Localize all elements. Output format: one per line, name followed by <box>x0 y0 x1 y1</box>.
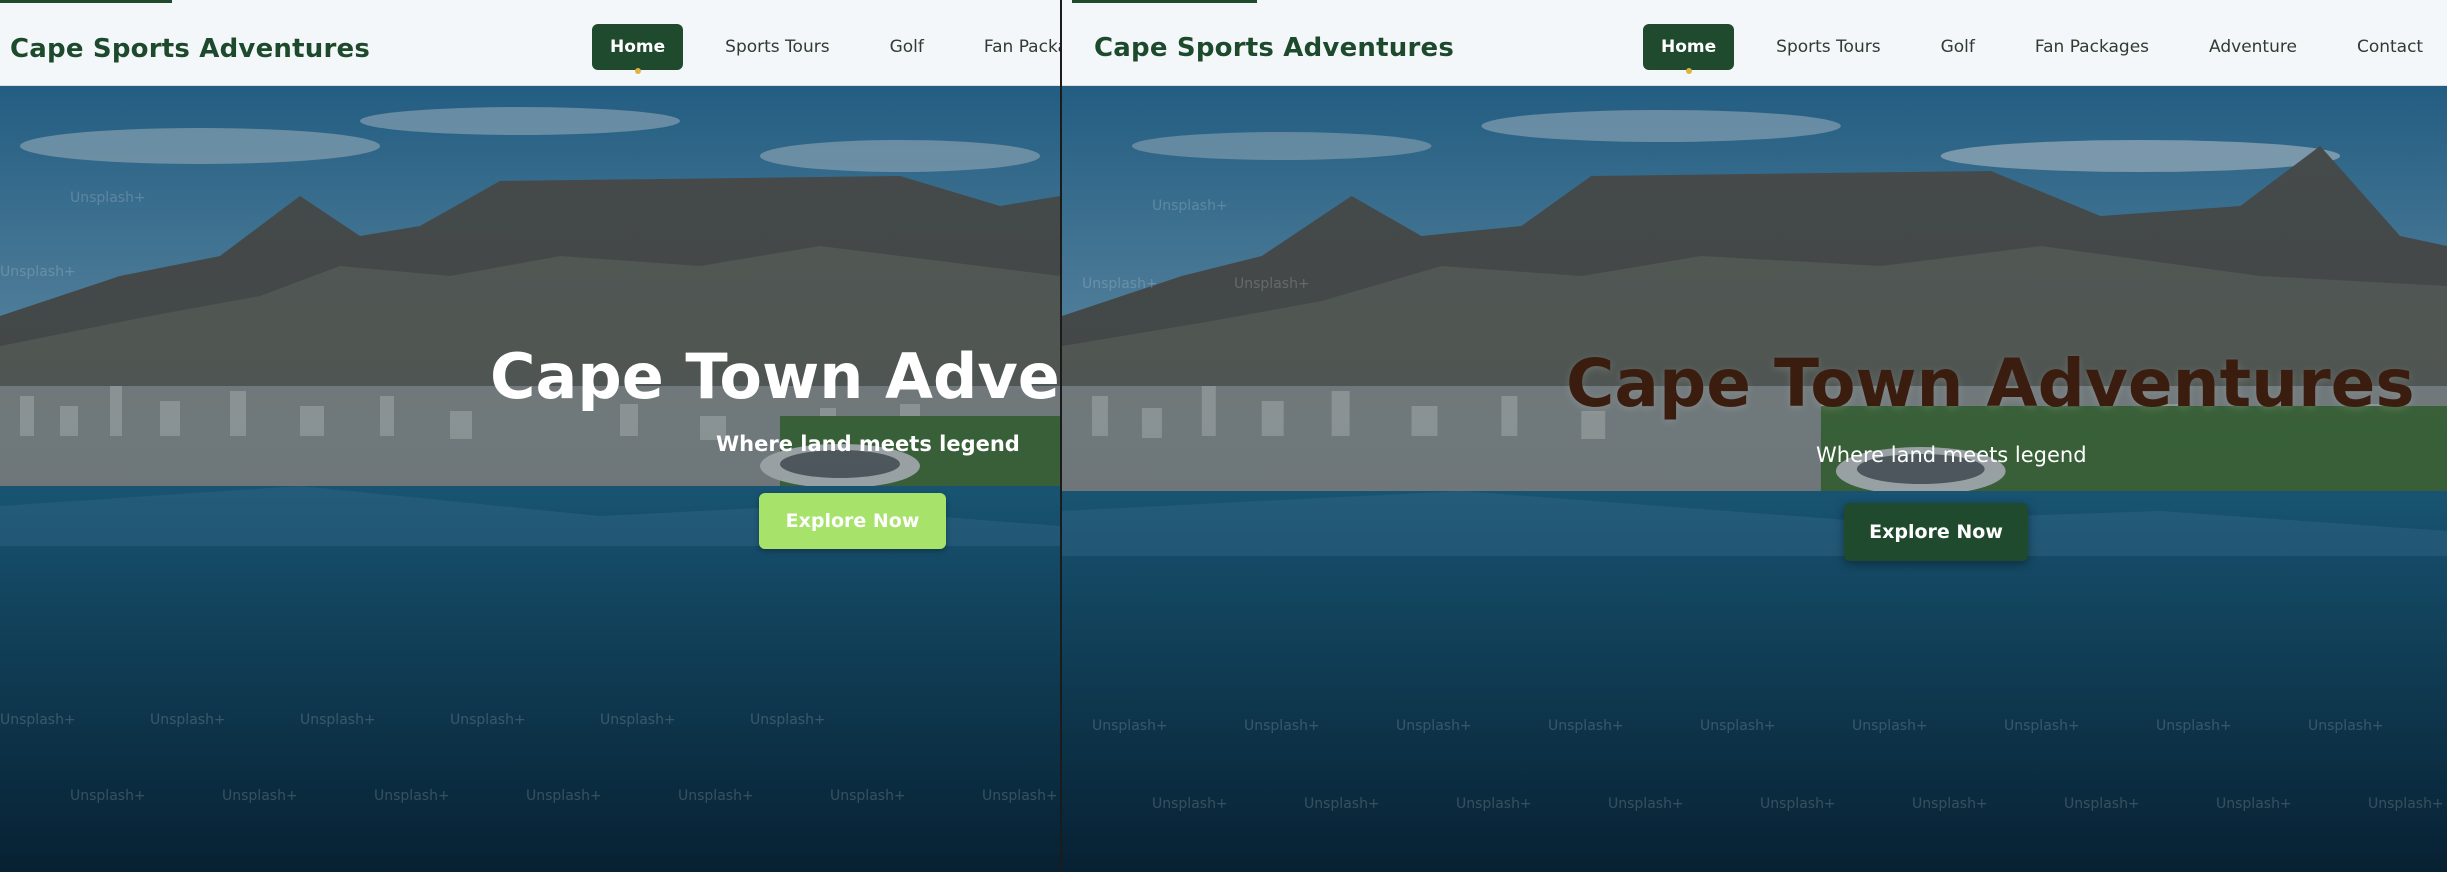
watermark: Unsplash+ <box>1152 796 1228 812</box>
nav-home-label: Home <box>610 37 666 57</box>
main-menu: Home Sports Tours Golf Fan Packag <box>592 24 1060 74</box>
watermark: Unsplash+ <box>982 788 1058 804</box>
watermark: Unsplash+ <box>0 264 76 280</box>
watermark: Unsplash+ <box>1760 796 1836 812</box>
watermark: Unsplash+ <box>1396 718 1472 734</box>
watermark: Unsplash+ <box>1608 796 1684 812</box>
watermark: Unsplash+ <box>2216 796 2292 812</box>
nav-sports-tours[interactable]: Sports Tours <box>1758 24 1898 70</box>
hero-subtitle: Where land meets legend <box>716 432 1020 456</box>
watermark: Unsplash+ <box>70 190 146 206</box>
watermark: Unsplash+ <box>2156 718 2232 734</box>
navbar: Cape Sports Adventures Home Sports Tours… <box>0 0 1060 86</box>
main-menu: Home Sports Tours Golf Fan Packages Adve… <box>1643 24 2447 74</box>
nav-home-label: Home <box>1661 37 1717 57</box>
watermark: Unsplash+ <box>222 788 298 804</box>
watermark: Unsplash+ <box>0 712 76 728</box>
navbar: Cape Sports Adventures Home Sports Tours… <box>1062 0 2447 86</box>
explore-now-button[interactable]: Explore Now <box>1844 503 2028 561</box>
nav-contact[interactable]: Contact <box>2339 24 2441 70</box>
watermark: Unsplash+ <box>300 712 376 728</box>
watermark: Unsplash+ <box>2064 796 2140 812</box>
watermark: Unsplash+ <box>1092 718 1168 734</box>
watermark: Unsplash+ <box>1852 718 1928 734</box>
split-screenshot: Cape Sports Adventures Home Sports Tours… <box>0 0 2447 872</box>
watermark: Unsplash+ <box>1548 718 1624 734</box>
nav-adventure[interactable]: Adventure <box>2191 24 2315 70</box>
watermark: Unsplash+ <box>374 788 450 804</box>
hero-dark-overlay <box>1062 86 2447 872</box>
hero-section: Unsplash+ Unsplash+ Unsplash+ Unsplash+ … <box>1062 86 2447 872</box>
page-progress-bar <box>0 0 172 3</box>
watermark: Unsplash+ <box>1082 276 1158 292</box>
watermark: Unsplash+ <box>2004 718 2080 734</box>
watermark: Unsplash+ <box>1912 796 1988 812</box>
watermark: Unsplash+ <box>150 712 226 728</box>
watermark: Unsplash+ <box>1304 796 1380 812</box>
nav-fan-packages[interactable]: Fan Packag <box>966 24 1060 70</box>
watermark: Unsplash+ <box>1234 276 1310 292</box>
watermark: Unsplash+ <box>70 788 146 804</box>
hero-dark-overlay <box>0 86 1060 872</box>
nav-fan-packages[interactable]: Fan Packages <box>2017 24 2167 70</box>
watermark: Unsplash+ <box>2308 718 2384 734</box>
watermark: Unsplash+ <box>830 788 906 804</box>
nav-golf[interactable]: Golf <box>1923 24 1993 70</box>
watermark: Unsplash+ <box>526 788 602 804</box>
watermark: Unsplash+ <box>750 712 826 728</box>
site-logo[interactable]: Cape Sports Adventures <box>1094 33 1454 63</box>
active-indicator-dot <box>634 68 641 74</box>
watermark: Unsplash+ <box>1152 198 1228 214</box>
right-browser-pane: Cape Sports Adventures Home Sports Tours… <box>1060 0 2447 872</box>
watermark: Unsplash+ <box>2368 796 2444 812</box>
watermark: Unsplash+ <box>678 788 754 804</box>
nav-home[interactable]: Home <box>1643 24 1735 74</box>
watermark: Unsplash+ <box>600 712 676 728</box>
left-browser-pane: Cape Sports Adventures Home Sports Tours… <box>0 0 1060 872</box>
watermark: Unsplash+ <box>1700 718 1776 734</box>
watermark: Unsplash+ <box>450 712 526 728</box>
hero-title: Cape Town Adventures <box>1566 345 2415 422</box>
page-progress-bar <box>1072 0 1257 3</box>
site-logo[interactable]: Cape Sports Adventures <box>10 34 370 64</box>
hero-section: Unsplash+ Unsplash+ Unsplash+ Unsplash+ … <box>0 86 1060 872</box>
active-indicator-dot <box>1685 68 1692 74</box>
hero-title: Cape Town Advent <box>490 340 1060 413</box>
watermark: Unsplash+ <box>1456 796 1532 812</box>
nav-home[interactable]: Home <box>592 24 684 74</box>
nav-golf[interactable]: Golf <box>872 24 942 70</box>
explore-now-button[interactable]: Explore Now <box>759 493 946 549</box>
nav-sports-tours[interactable]: Sports Tours <box>707 24 847 70</box>
watermark: Unsplash+ <box>1244 718 1320 734</box>
hero-subtitle: Where land meets legend <box>1816 443 2087 467</box>
